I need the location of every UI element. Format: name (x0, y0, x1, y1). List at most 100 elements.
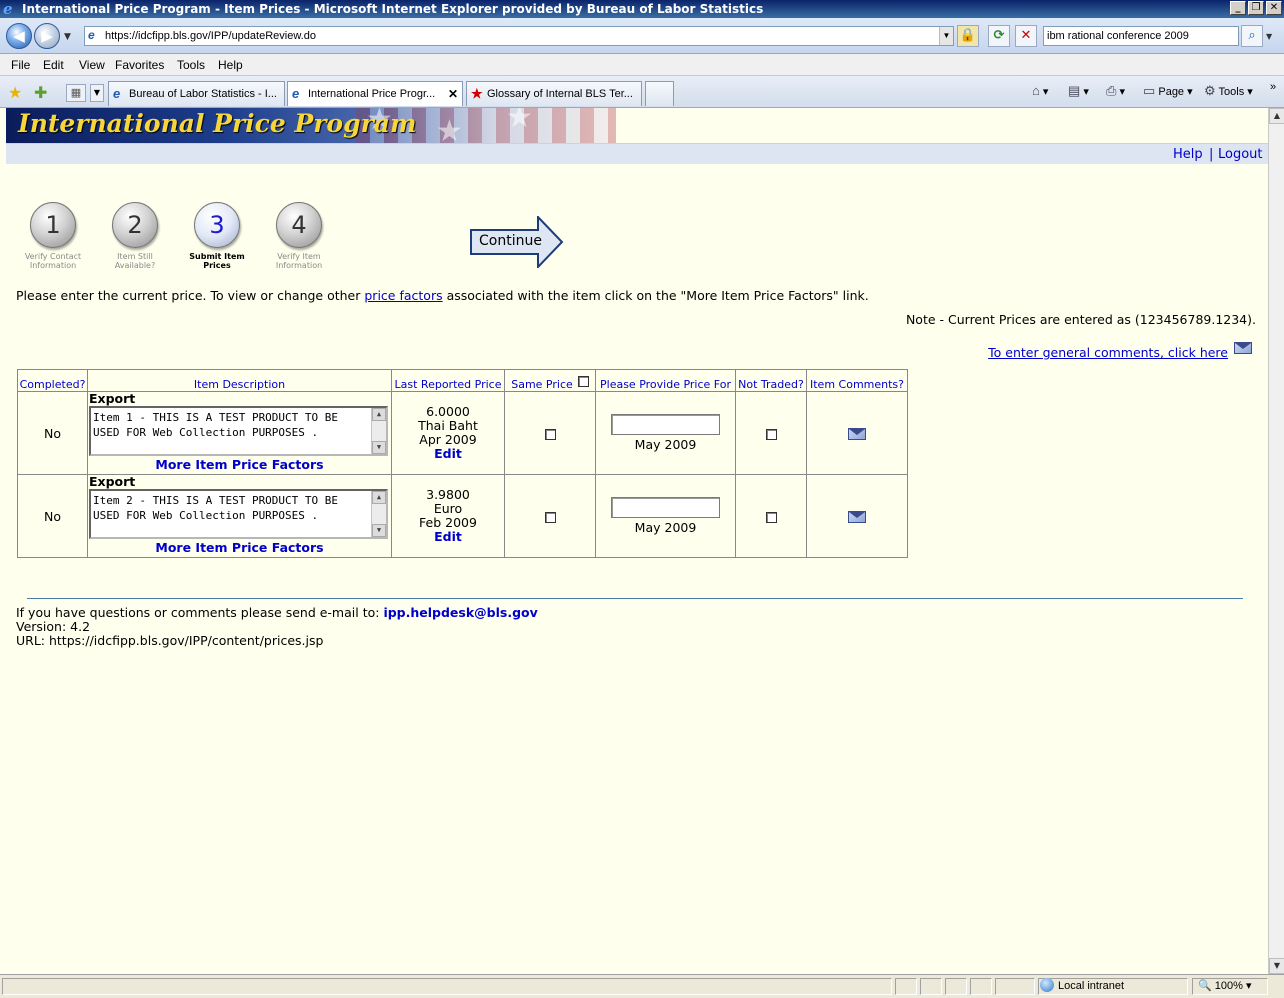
scroll-up-icon[interactable]: ▲ (1269, 108, 1284, 124)
page-scrollbar[interactable]: ▲ ▼ (1268, 108, 1284, 974)
header-description: Item Description (87, 369, 392, 392)
scroll-down-icon[interactable]: ▼ (372, 441, 386, 454)
not-traded-checkbox[interactable] (765, 428, 777, 440)
feeds-button[interactable]: ▤ ▾ (1068, 82, 1089, 101)
tab-list-dropdown[interactable]: ▼ (90, 84, 104, 102)
description-cell: Export Item 1 - THIS IS A TEST PRODUCT T… (87, 391, 392, 475)
more-item-price-factors-link[interactable]: More Item Price Factors (88, 456, 391, 473)
item-description-textarea[interactable]: Item 1 - THIS IS A TEST PRODUCT TO BE US… (89, 406, 388, 456)
textarea-scrollbar[interactable]: ▲ ▼ (371, 408, 386, 454)
minimize-button[interactable]: _ (1230, 1, 1246, 15)
step-circle: 3 (194, 202, 240, 248)
currency: Thai Baht (418, 418, 478, 433)
recent-pages-dropdown[interactable]: ▼ (64, 32, 71, 42)
address-input[interactable]: e https://idcfipp.bls.gov/IPP/updateRevi… (84, 26, 954, 46)
same-price-checkbox[interactable] (544, 511, 556, 523)
menu-tools[interactable]: Tools (177, 54, 205, 76)
step-label: Verify Item Information (275, 252, 323, 270)
same-price-cell (504, 474, 596, 558)
provide-price-cell: May 2009 (595, 474, 736, 558)
home-button[interactable]: ⌂ ▾ (1032, 82, 1048, 101)
rss-feed-icon: ▤ (1068, 83, 1081, 98)
envelope-icon (1234, 342, 1252, 354)
stop-button[interactable]: ✕ (1015, 25, 1037, 47)
flag-star-icon: ★ (506, 108, 533, 135)
ie-logo-icon: e (3, 0, 13, 18)
edit-link[interactable]: Edit (392, 530, 504, 544)
menu-file[interactable]: File (11, 54, 30, 76)
scroll-up-icon[interactable]: ▲ (372, 491, 386, 504)
item-comment-envelope-icon[interactable] (848, 428, 866, 440)
helpdesk-email-link[interactable]: ipp.helpdesk@bls.gov (383, 605, 537, 620)
more-item-price-factors-link[interactable]: More Item Price Factors (88, 539, 391, 556)
step-4: 4 Verify Item Information (264, 202, 334, 270)
new-tab-button[interactable] (645, 81, 674, 106)
menu-view[interactable]: View (79, 54, 105, 76)
menu-help[interactable]: Help (218, 54, 243, 76)
search-button[interactable]: ⌕ (1241, 25, 1263, 47)
instructions-before: Please enter the current price. To view … (16, 288, 365, 303)
menu-edit[interactable]: Edit (43, 54, 64, 76)
page-menu-button[interactable]: ▭ Page ▾ (1143, 82, 1193, 101)
item-description-text: Item 1 - THIS IS A TEST PRODUCT TO BE US… (93, 411, 339, 439)
zone-label: Local intranet (1058, 980, 1125, 992)
contact-line: If you have questions or comments please… (16, 606, 538, 620)
tab-bar: ★ ✚ ▦ ▼ e Bureau of Labor Statistics - I… (0, 76, 1284, 108)
item-comment-envelope-icon[interactable] (848, 511, 866, 523)
zoom-magnifier-icon: 🔍 (1198, 980, 1212, 992)
close-tab-icon[interactable]: ✕ (448, 82, 458, 106)
item-description-textarea[interactable]: Item 2 - THIS IS A TEST PRODUCT TO BE US… (89, 489, 388, 539)
tab-glossary[interactable]: ★ Glossary of Internal BLS Ter... (466, 81, 642, 106)
header-same-price-label: Same Price (511, 378, 573, 391)
menu-favorites[interactable]: Favorites (115, 54, 164, 76)
tools-menu-button[interactable]: ⚙ Tools ▾ (1204, 82, 1253, 101)
status-pane (945, 978, 967, 995)
status-pane (995, 978, 1035, 995)
close-window-button[interactable]: ✕ (1266, 1, 1282, 15)
back-button[interactable]: ◀ (6, 23, 32, 49)
zoom-control[interactable]: 🔍 100% ▾ (1198, 978, 1251, 995)
address-dropdown[interactable]: ▼ (939, 27, 953, 45)
instructions-text: Please enter the current price. To view … (16, 288, 869, 303)
print-button[interactable]: ⎙ ▾ (1106, 82, 1125, 101)
quick-tabs-button[interactable]: ▦ (66, 84, 86, 102)
edit-link[interactable]: Edit (392, 447, 504, 461)
scroll-down-icon[interactable]: ▼ (1269, 958, 1284, 974)
restore-button[interactable]: ❐ (1248, 1, 1264, 15)
same-price-all-checkbox[interactable] (577, 376, 589, 387)
completed-cell: No (17, 474, 88, 558)
search-options-dropdown[interactable]: ▼ (1266, 32, 1272, 41)
forward-button[interactable]: ▶ (34, 23, 60, 49)
more-commands-chevron-icon[interactable]: » (1270, 78, 1276, 96)
tab-bls[interactable]: e Bureau of Labor Statistics - I... (108, 81, 285, 106)
security-lock-icon[interactable]: 🔒 (957, 25, 979, 47)
page-menu-label: Page (1158, 86, 1185, 98)
search-input[interactable]: ibm rational conference 2009 (1043, 26, 1239, 46)
status-text-pane (2, 978, 892, 995)
tab-ipp[interactable]: e International Price Progr... ✕ (287, 81, 463, 106)
last-period: Feb 2009 (419, 515, 477, 530)
add-favorite-icon[interactable]: ✚ (34, 83, 47, 102)
not-traded-checkbox[interactable] (765, 511, 777, 523)
step-label: Submit Item Prices (189, 252, 245, 270)
same-price-checkbox[interactable] (544, 428, 556, 440)
scroll-down-icon[interactable]: ▼ (372, 524, 386, 537)
magnifier-icon: ⌕ (1248, 28, 1256, 43)
item-comments-cell (806, 474, 908, 558)
refresh-button[interactable]: ⟳ (988, 25, 1010, 47)
current-price-input[interactable] (611, 497, 720, 518)
step-circle: 2 (112, 202, 158, 248)
current-price-input[interactable] (611, 414, 720, 435)
logout-link[interactable]: Logout (1218, 147, 1263, 162)
favorites-star-icon[interactable]: ★ (8, 83, 22, 102)
textarea-scrollbar[interactable]: ▲ ▼ (371, 491, 386, 537)
item-type: Export (89, 474, 136, 489)
header-provide-price: Please Provide Price For (595, 369, 736, 392)
general-comments-link[interactable]: To enter general comments, click here (988, 342, 1252, 360)
price-factors-link[interactable]: price factors (364, 288, 442, 303)
not-traded-cell (735, 474, 807, 558)
scroll-up-icon[interactable]: ▲ (372, 408, 386, 421)
continue-button[interactable]: Continue (470, 216, 564, 268)
same-price-cell (504, 391, 596, 475)
help-link[interactable]: Help (1173, 147, 1203, 162)
